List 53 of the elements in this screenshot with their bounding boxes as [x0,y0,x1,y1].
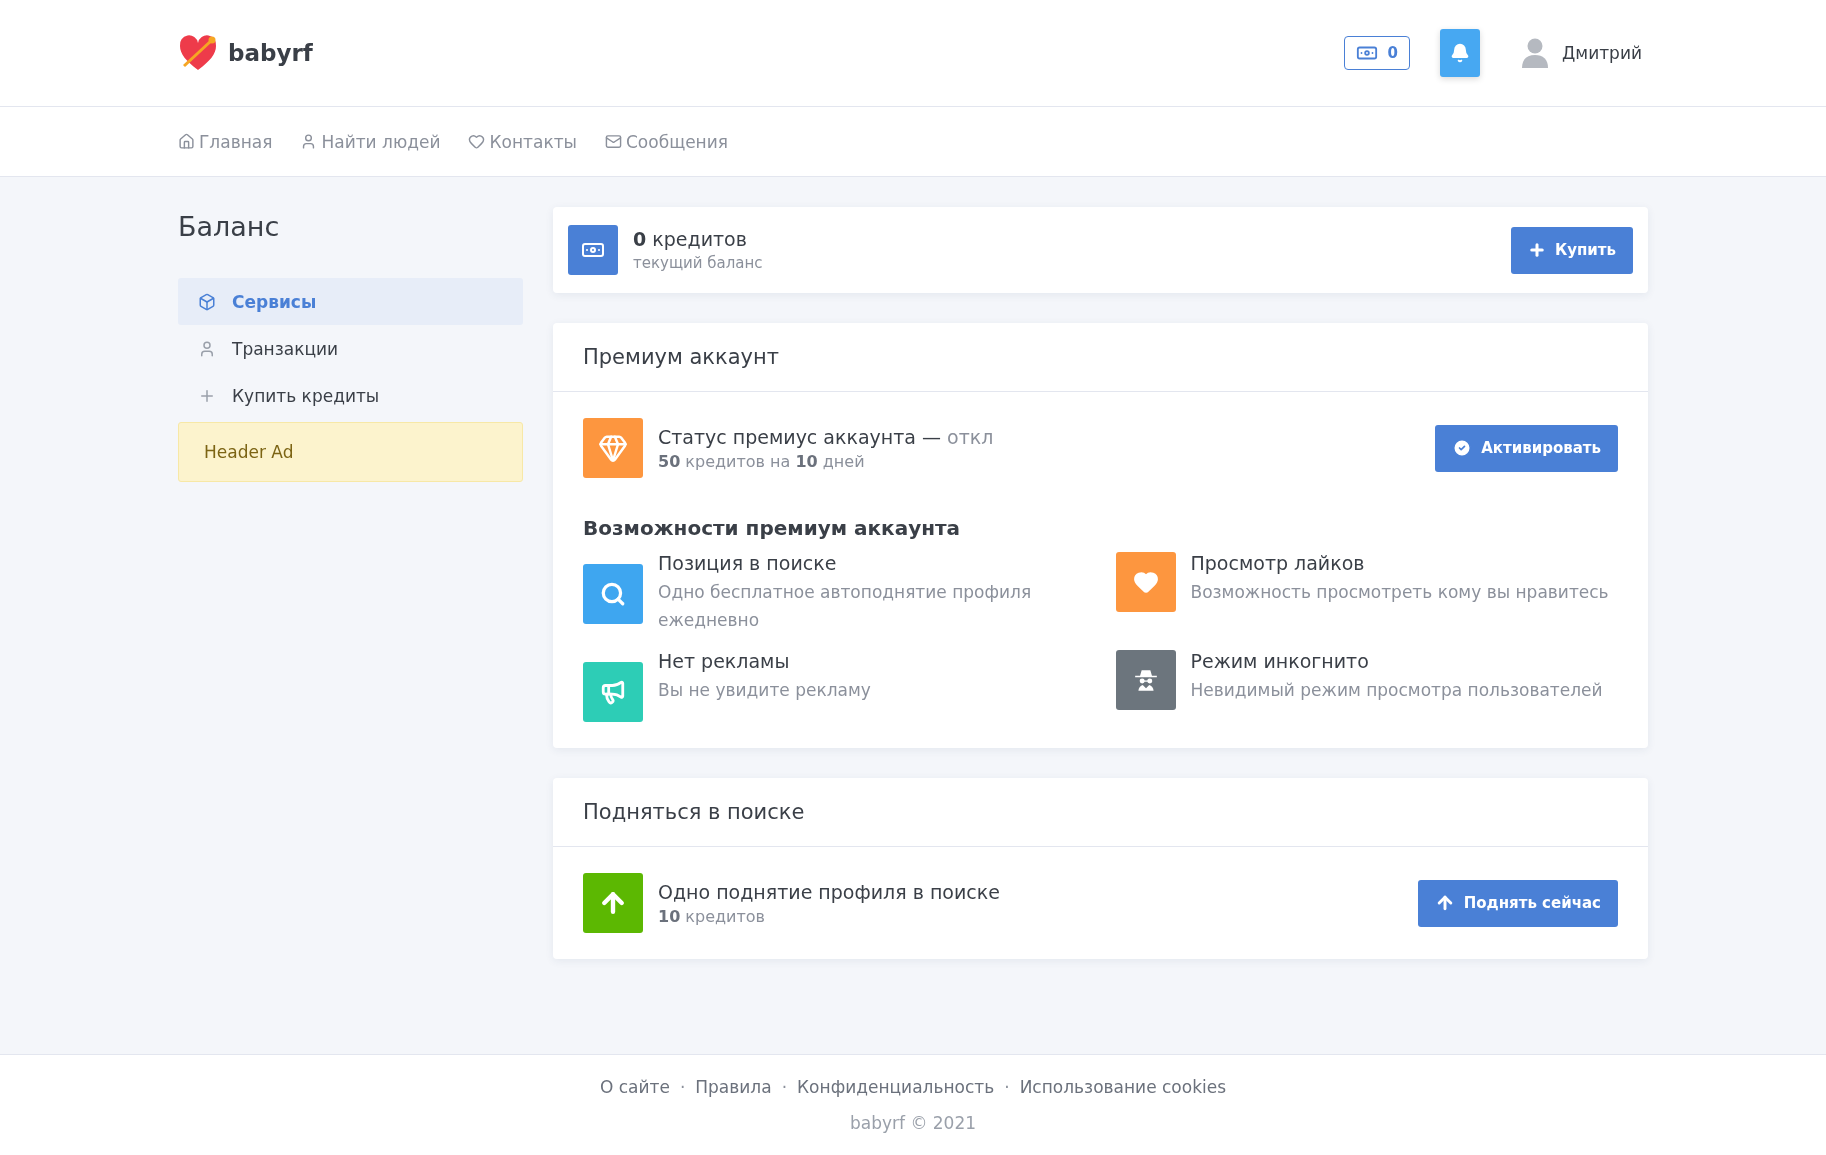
plus-icon [1527,241,1546,259]
balance-amount: 0 кредитов [633,228,748,250]
boost-button[interactable]: Поднять сейчас [1417,879,1618,927]
mail-icon [605,133,622,150]
heart-icon [468,133,486,150]
user-menu[interactable]: Дмитрий [1516,37,1648,69]
feature-title: Позиция в поиске [658,552,838,574]
sidebar-item[interactable]: Транзакции [178,325,523,372]
user-icon [198,339,216,358]
footer-link[interactable]: Конфиденциальность [797,1077,995,1097]
status-title: Статус премиус аккаунта — откл [658,425,995,448]
status-price: 50 кредитов на 10 дней [658,451,866,471]
banknote-icon [568,225,618,275]
card-title: Подняться в поиске [553,778,1648,847]
notifications-button[interactable] [1440,29,1481,77]
home-icon [178,133,195,150]
feature-description: Вы не увидите рекламу [658,679,871,702]
separator-dot: · [781,1077,788,1097]
credits-button[interactable]: 0 [1343,36,1411,70]
separator-dot: · [1004,1077,1010,1097]
nav-link[interactable]: Найти людей [300,131,441,152]
footer-link[interactable]: Использование cookies [1019,1077,1227,1097]
feature-description: Возможность просмотреть кому вы нравитесь [1190,581,1609,604]
separator-dot: · [679,1077,686,1097]
sidebar-item[interactable]: Купить кредиты [178,372,523,419]
user-avatar-icon [1522,38,1549,68]
feature-title: Просмотр лайков [1190,552,1366,574]
activate-button[interactable]: Активировать [1435,424,1618,472]
buy-button[interactable]: Купить [1510,226,1633,274]
arrow-up-icon [583,873,643,933]
boost-price: 10 кредитов [658,906,766,926]
heart-logo-icon [178,34,218,72]
nav-link[interactable]: Сообщения [605,131,728,152]
bell-icon [1450,43,1471,63]
feature-title: Нет рекламы [658,650,791,672]
check-circle-icon [1452,438,1473,458]
ad-banner: Header Ad [178,422,523,482]
balance-caption: текущий баланс [633,254,764,272]
copyright: babyrf © 2021 [849,1113,977,1133]
feature-title: Режим инкогнито [1190,650,1370,672]
nav-link[interactable]: Контакты [468,131,577,152]
features-title: Возможности премиум аккаунта [583,516,962,540]
footer-link[interactable]: О сайте [599,1077,670,1097]
feature-description: Одно бесплатное автоподнятие профиля ежедневно [658,581,1033,632]
nav-link[interactable]: Главная [178,131,273,152]
sidebar-item[interactable]: Сервисы [178,278,523,325]
site-logo[interactable]: babyrf [228,40,313,66]
box-icon [198,292,216,311]
boost-title: Одно поднятие профиля в поиске [658,880,1001,903]
card-title: Премиум аккаунт [553,323,1648,392]
footer-link[interactable]: Правила [695,1077,772,1097]
page-title: Баланс [178,210,281,242]
feature-description: Невидимый режим просмотра пользователей [1190,679,1603,702]
